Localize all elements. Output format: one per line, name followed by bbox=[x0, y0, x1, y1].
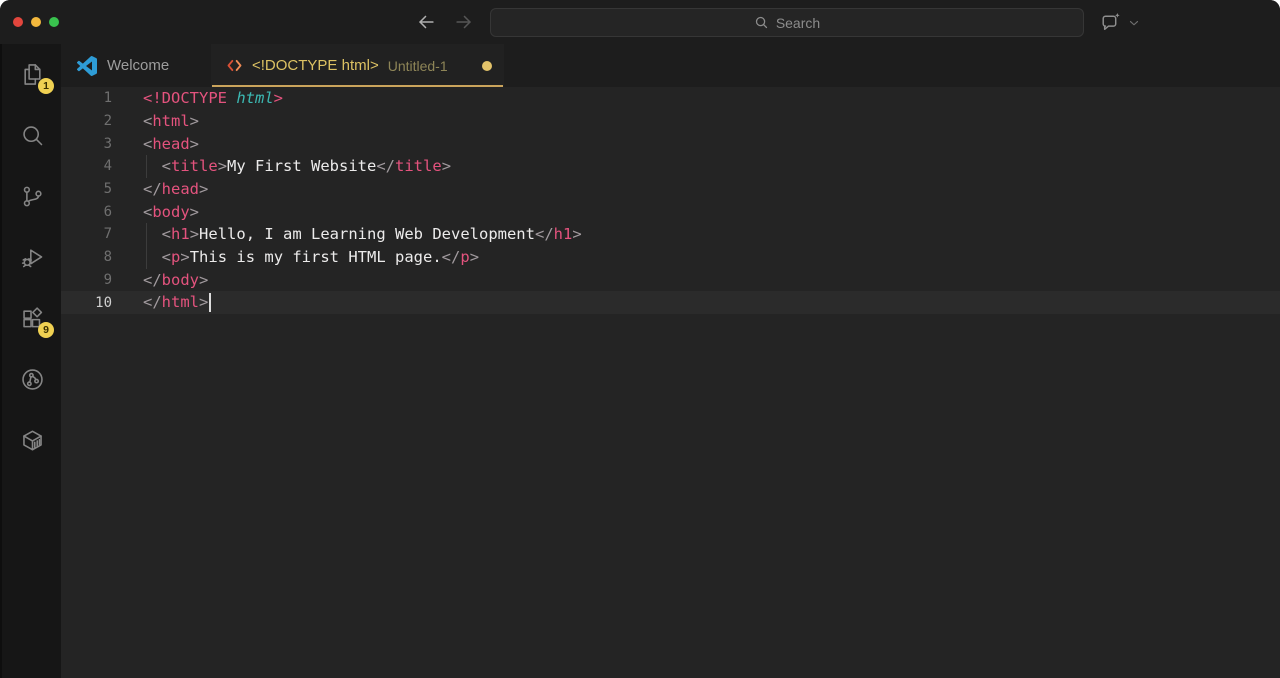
text-cursor bbox=[209, 293, 211, 312]
tab-bar: Welcome <!DOCTYPE html> Untitled-1 bbox=[61, 44, 1280, 87]
line-number: 7 bbox=[61, 226, 143, 242]
explorer-badge: 1 bbox=[38, 78, 54, 94]
code-line-2[interactable]: 2<html> bbox=[61, 110, 1280, 133]
maximize-button[interactable] bbox=[49, 17, 59, 27]
tab-untitled-1[interactable]: <!DOCTYPE html> Untitled-1 bbox=[211, 44, 504, 87]
source-control-icon bbox=[19, 183, 46, 210]
line-number: 8 bbox=[61, 249, 143, 265]
vscode-window: Search 1 9 bbox=[0, 0, 1280, 678]
code-line-10[interactable]: 10</html> bbox=[61, 291, 1280, 314]
activity-bar-item-container-tools[interactable] bbox=[2, 410, 63, 471]
line-number: 10 bbox=[61, 295, 143, 311]
close-button[interactable] bbox=[13, 17, 23, 27]
activity-bar: 1 9 bbox=[0, 44, 61, 678]
forward-arrow-icon bbox=[453, 11, 475, 33]
vscode-logo-icon bbox=[77, 56, 97, 76]
tab-description: Untitled-1 bbox=[388, 58, 448, 74]
extensions-badge: 9 bbox=[38, 322, 54, 338]
code-text: <head> bbox=[143, 135, 199, 153]
cube-icon bbox=[19, 427, 46, 454]
minimize-button[interactable] bbox=[31, 17, 41, 27]
html-file-icon bbox=[226, 57, 243, 74]
line-number: 2 bbox=[61, 113, 143, 129]
code-line-4[interactable]: 4 <title>My First Website</title> bbox=[61, 155, 1280, 178]
code-line-1[interactable]: 1<!DOCTYPE html> bbox=[61, 87, 1280, 110]
code-line-5[interactable]: 5</head> bbox=[61, 178, 1280, 201]
line-number: 1 bbox=[61, 90, 143, 106]
tab-title: <!DOCTYPE html> bbox=[252, 57, 379, 74]
line-number: 6 bbox=[61, 204, 143, 220]
search-icon bbox=[754, 15, 769, 30]
activity-bar-item-source-control-graph[interactable] bbox=[2, 349, 63, 410]
line-number: 9 bbox=[61, 272, 143, 288]
titlebar: Search bbox=[0, 0, 1280, 44]
code-text: </html> bbox=[143, 293, 211, 312]
code-text: </head> bbox=[143, 180, 208, 198]
traffic-lights bbox=[13, 17, 59, 27]
unsaved-changes-dot[interactable] bbox=[482, 61, 492, 71]
code-text: <!DOCTYPE html> bbox=[143, 89, 283, 107]
code-text: <html> bbox=[143, 112, 199, 130]
activity-bar-item-search[interactable] bbox=[2, 105, 63, 166]
code-text: <p>This is my first HTML page.</p> bbox=[143, 248, 479, 266]
circle-graph-icon bbox=[19, 366, 46, 393]
code-line-9[interactable]: 9</body> bbox=[61, 269, 1280, 292]
nav-history bbox=[412, 7, 478, 37]
debug-icon bbox=[19, 244, 46, 271]
activity-bar-item-run-and-debug[interactable] bbox=[2, 227, 63, 288]
code-text: <body> bbox=[143, 203, 199, 221]
code-line-7[interactable]: 7 <h1>Hello, I am Learning Web Developme… bbox=[61, 223, 1280, 246]
code-text: </body> bbox=[143, 271, 208, 289]
code-editor[interactable]: 1<!DOCTYPE html>2<html>3<head>4 <title>M… bbox=[61, 87, 1280, 678]
code-line-8[interactable]: 8 <p>This is my first HTML page.</p> bbox=[61, 246, 1280, 269]
tab-welcome-label: Welcome bbox=[107, 57, 169, 74]
back-button[interactable] bbox=[412, 8, 440, 36]
code-text: <title>My First Website</title> bbox=[143, 157, 451, 175]
search-icon bbox=[19, 122, 46, 149]
line-number: 3 bbox=[61, 136, 143, 152]
activity-bar-item-extensions[interactable]: 9 bbox=[2, 288, 63, 349]
indent-guide bbox=[146, 246, 147, 269]
back-arrow-icon bbox=[415, 11, 437, 33]
indent-guide bbox=[146, 155, 147, 178]
forward-button[interactable] bbox=[450, 8, 478, 36]
line-number: 4 bbox=[61, 158, 143, 174]
copilot-chat-icon bbox=[1098, 10, 1123, 35]
code-line-6[interactable]: 6<body> bbox=[61, 200, 1280, 223]
tab-welcome[interactable]: Welcome bbox=[61, 44, 211, 87]
indent-guide bbox=[146, 223, 147, 246]
command-center-search[interactable]: Search bbox=[490, 8, 1084, 37]
activity-bar-item-source-control[interactable] bbox=[2, 166, 63, 227]
search-placeholder: Search bbox=[776, 15, 820, 31]
activity-bar-item-explorer[interactable]: 1 bbox=[2, 44, 63, 105]
code-line-3[interactable]: 3<head> bbox=[61, 132, 1280, 155]
copilot-menu[interactable] bbox=[1098, 10, 1141, 35]
code-text: <h1>Hello, I am Learning Web Development… bbox=[143, 225, 582, 243]
line-number: 5 bbox=[61, 181, 143, 197]
chevron-down-icon bbox=[1127, 16, 1141, 30]
